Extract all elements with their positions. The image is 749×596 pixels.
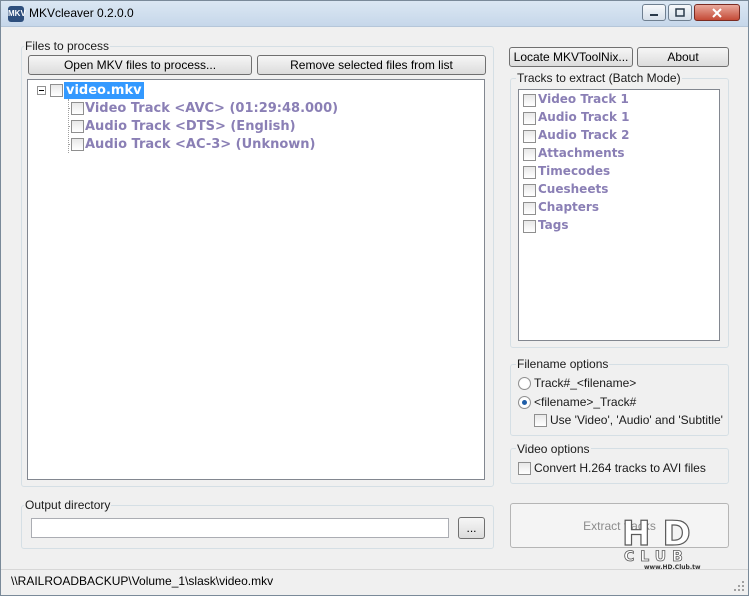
root-checkbox[interactable] [50,84,63,97]
output-group-label: Output directory [24,498,112,512]
filename-options-label: Filename options [516,357,610,371]
tracks-group-label: Tracks to extract (Batch Mode) [516,71,682,85]
file-tree[interactable]: video.mkv Video Track <AVC> (01:29:48.00… [27,79,485,480]
track-checkbox[interactable] [523,220,536,233]
tree-root-file[interactable]: video.mkv [64,82,144,99]
output-directory-input[interactable] [31,518,449,538]
collapse-toggle[interactable] [37,86,46,95]
list-item-label: Tags [538,218,569,232]
watermark-sub: CLUB [624,549,689,565]
tree-item[interactable]: Audio Track <DTS> (English) [85,119,296,134]
list-item-label: Audio Track 1 [538,110,630,124]
tracks-list[interactable]: Video Track 1 Audio Track 1 Audio Track … [518,89,720,341]
hdclub-watermark-logo: HD CLUB www.HD.Club.tw [621,513,703,571]
browse-button[interactable]: ... [458,517,485,539]
tree-item[interactable]: Video Track <AVC> (01:29:48.000) [85,101,338,116]
list-item-label: Video Track 1 [538,92,629,106]
convert-avi-checkbox[interactable] [518,462,531,475]
track-checkbox[interactable] [523,130,536,143]
list-item-label: Cuesheets [538,182,609,196]
mkv-app-icon: MKV [8,6,26,22]
list-item-label: Chapters [538,200,599,214]
minimize-icon [650,13,658,16]
filename-option-1-radio[interactable] [518,377,531,390]
filename-option-1-label[interactable]: Track#_<filename> [534,376,636,390]
track-checkbox[interactable] [71,120,84,133]
track-checkbox[interactable] [71,102,84,115]
maximize-button[interactable] [668,4,692,21]
about-button[interactable]: About [637,47,729,67]
title-bar[interactable]: MKV MKVcleaver 0.2.0.0 [1,1,748,27]
use-names-checkbox[interactable] [534,414,547,427]
main-window: MKV MKVcleaver 0.2.0.0 Files to process … [0,0,749,596]
window-title: MKVcleaver 0.2.0.0 [29,6,134,20]
minimize-button[interactable] [642,4,666,21]
filename-option-2-label[interactable]: <filename>_Track# [534,395,636,409]
list-item-label: Attachments [538,146,625,160]
list-item-label: Timecodes [538,164,611,178]
list-item-label: Audio Track 2 [538,128,630,142]
remove-files-button[interactable]: Remove selected files from list [257,55,486,75]
status-bar: \\RAILROADBACKUP\Volume_1\slask\video.mk… [1,569,748,595]
close-icon [712,7,722,18]
watermark-main: HD [622,514,703,554]
convert-avi-label[interactable]: Convert H.264 tracks to AVI files [534,461,706,475]
maximize-icon [675,8,685,17]
close-button[interactable] [694,4,740,21]
locate-mkvtoolnix-button[interactable]: Locate MKVToolNix... [509,47,633,67]
use-names-label[interactable]: Use 'Video', 'Audio' and 'Subtitle' [550,413,723,427]
track-checkbox[interactable] [523,112,536,125]
tree-item[interactable]: Audio Track <AC-3> (Unknown) [85,137,315,152]
track-checkbox[interactable] [523,166,536,179]
track-checkbox[interactable] [71,138,84,151]
resize-grip-icon[interactable] [733,580,745,592]
open-mkv-button[interactable]: Open MKV files to process... [28,55,252,75]
track-checkbox[interactable] [523,202,536,215]
video-options-label: Video options [516,442,591,456]
track-checkbox[interactable] [523,94,536,107]
status-file-path: \\RAILROADBACKUP\Volume_1\slask\video.mk… [11,574,274,588]
track-checkbox[interactable] [523,184,536,197]
track-checkbox[interactable] [523,148,536,161]
files-group-label: Files to process [24,39,111,53]
filename-option-2-radio[interactable] [518,396,531,409]
